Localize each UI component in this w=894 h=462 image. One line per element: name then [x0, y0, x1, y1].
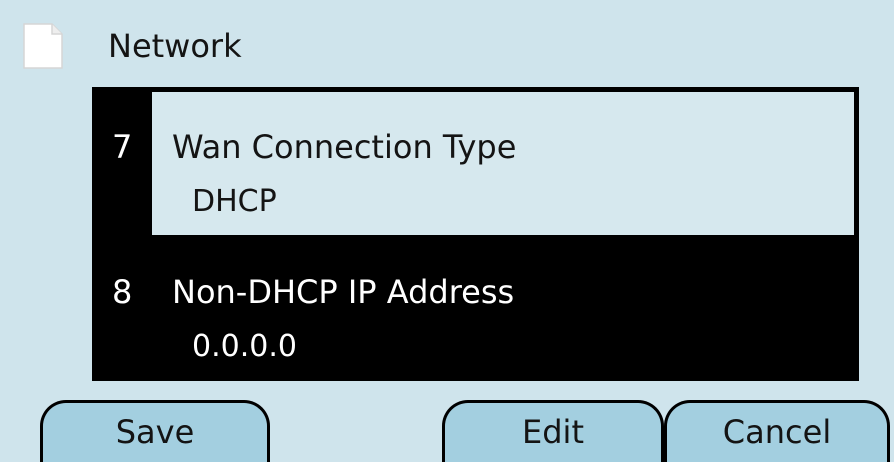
list-item-label: Non-DHCP IP Address [172, 273, 515, 311]
list-item-value: 0.0.0.0 [192, 329, 297, 364]
settings-list: 7 Wan Connection Type DHCP 8 Non-DHCP IP… [92, 87, 859, 381]
cancel-button[interactable]: Cancel [664, 400, 890, 462]
edit-button[interactable]: Edit [442, 400, 664, 462]
list-item-value: DHCP [192, 184, 277, 219]
list-item-number: 7 [112, 128, 133, 166]
page-title: Network [108, 27, 242, 65]
list-item-number: 8 [112, 273, 133, 311]
list-item-non-dhcp-ip-address[interactable]: 8 Non-DHCP IP Address 0.0.0.0 [92, 238, 859, 381]
document-icon [23, 23, 63, 69]
list-item-label: Wan Connection Type [172, 128, 517, 166]
list-item-wan-connection-type[interactable]: 7 Wan Connection Type DHCP [92, 87, 859, 238]
phone-screen: Network 7 Wan Connection Type DHCP 8 Non… [0, 0, 894, 462]
save-button[interactable]: Save [40, 400, 270, 462]
